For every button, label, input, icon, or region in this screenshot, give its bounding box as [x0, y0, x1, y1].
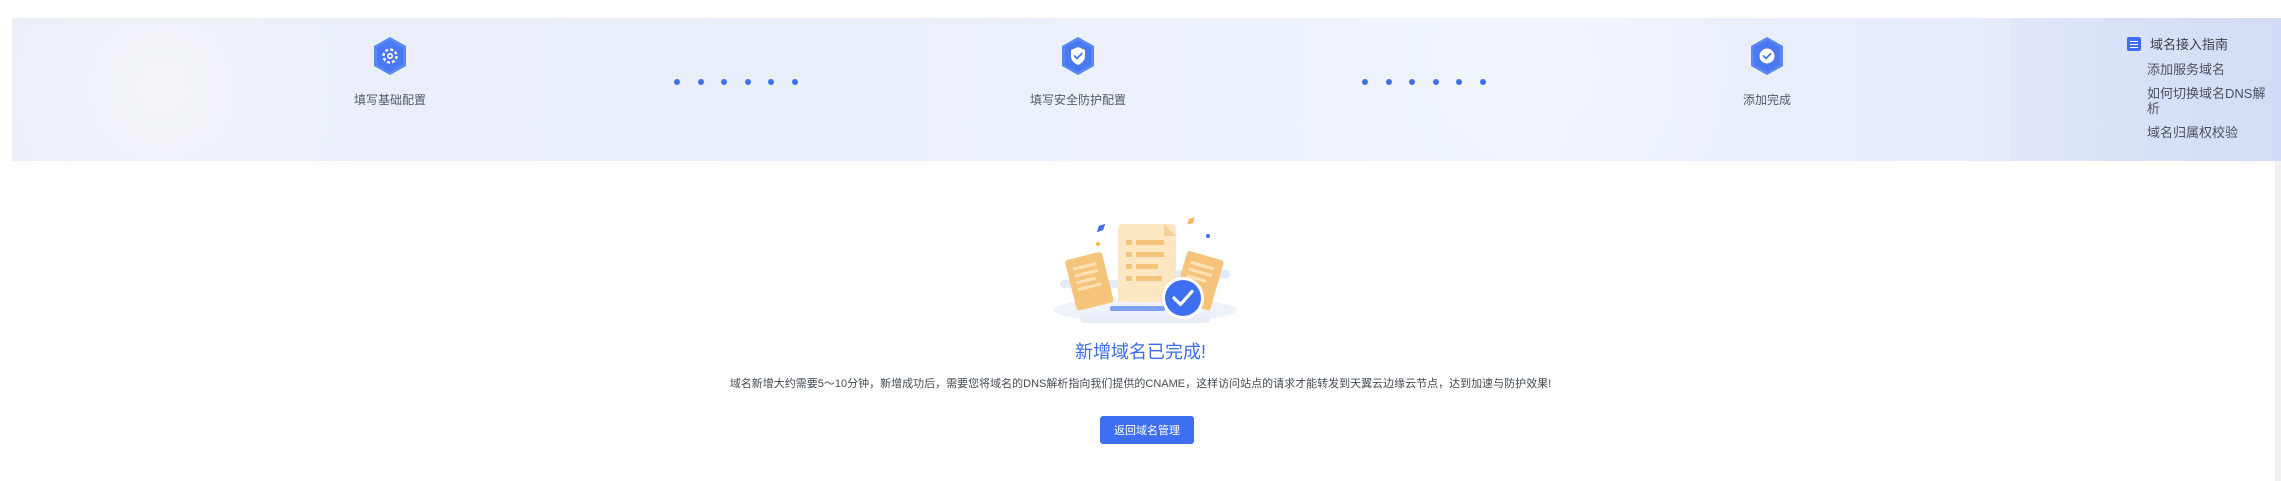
step-connector	[674, 79, 798, 85]
back-to-domain-management-button[interactable]: 返回域名管理	[1100, 416, 1194, 444]
domain-access-guide: 域名接入指南 添加服务域名 如何切换域名DNS解析 域名归属权校验	[2127, 34, 2277, 149]
success-title: 新增域名已完成!	[1074, 342, 1206, 362]
guide-title-text: 域名接入指南	[2150, 37, 2229, 52]
step-label: 添加完成	[1742, 93, 1791, 107]
success-illustration	[1040, 210, 1250, 335]
step-label: 填写安全防护配置	[1029, 93, 1126, 107]
step-complete: 添加完成	[1667, 36, 1867, 108]
guide-link-add-domain[interactable]: 添加服务域名	[2147, 62, 2267, 77]
guide-title: 域名接入指南	[2127, 34, 2277, 53]
guide-link-ownership-verify[interactable]: 域名归属权校验	[2147, 125, 2267, 140]
step-basic-config: 填写基础配置	[290, 36, 490, 108]
scrollbar[interactable]	[2275, 161, 2281, 481]
shield-check-icon	[1060, 36, 1096, 76]
success-description: 域名新增大约需要5～10分钟，新增成功后，需要您将域名的DNS解析指向我们提供的…	[729, 378, 1552, 390]
guide-links: 添加服务域名 如何切换域名DNS解析 域名归属权校验	[2147, 62, 2277, 140]
guide-link-switch-dns[interactable]: 如何切换域名DNS解析	[2147, 86, 2267, 116]
check-circle-icon	[1749, 36, 1785, 76]
step-connector	[1362, 79, 1486, 85]
gear-icon	[372, 36, 408, 76]
step-security-config: 填写安全防护配置	[978, 36, 1178, 108]
document-icon	[2127, 36, 2141, 51]
step-label: 填写基础配置	[353, 93, 426, 107]
